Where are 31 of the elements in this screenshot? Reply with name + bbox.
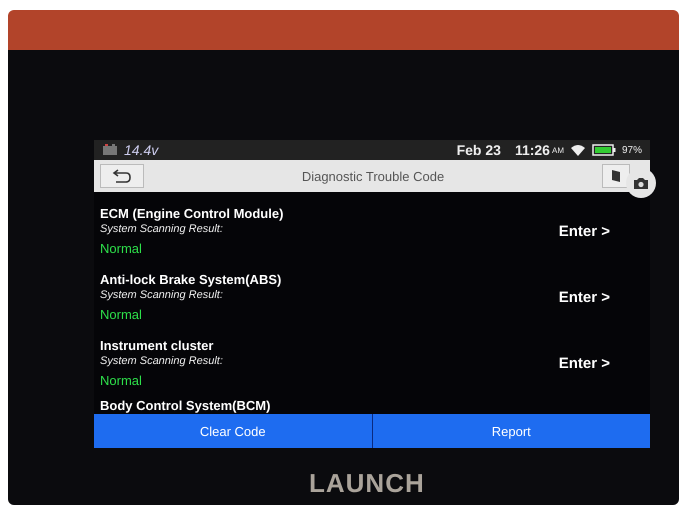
flag-icon [611,169,621,183]
battery-percent: 97% [622,144,642,156]
folder-button[interactable] [602,164,630,188]
return-arrow-icon [112,169,132,183]
status-ampm: AM [552,146,564,154]
scan-result-label: System Scanning Result: [100,223,224,235]
scan-result-label: System Scanning Result: [100,355,224,367]
device-logo: LAUNCH [309,468,426,499]
scan-result-label: System Scanning Result: [100,289,224,301]
system-name: Anti-lock Brake System(ABS) [100,272,282,287]
enter-link[interactable]: Enter > [558,222,610,240]
back-button[interactable] [100,164,144,188]
screen-title: Diagnostic Trouble Code [300,168,446,184]
enter-link[interactable]: Enter > [558,354,610,372]
scan-result-status: Normal [100,373,143,388]
system-name: Instrument cluster [100,338,214,353]
camera-icon [633,176,649,190]
enter-link[interactable]: Enter > [558,288,610,306]
report-button[interactable]: Report [372,414,650,448]
system-name: Body Control System(BCM) [100,398,272,412]
scan-result-status: Normal [100,241,143,256]
scan-result-status: Normal [100,307,143,322]
car-battery-icon [102,144,118,156]
camera-button[interactable] [626,168,656,198]
status-date: Feb 23 [456,142,501,158]
wifi-icon [570,144,586,156]
system-name: ECM (Engine Control Module) [100,206,284,221]
status-time: 11:26 [514,142,550,158]
clear-code-button[interactable]: Clear Code [94,414,372,448]
voltage-reading: 14.4v [124,142,158,158]
battery-icon [592,144,616,156]
